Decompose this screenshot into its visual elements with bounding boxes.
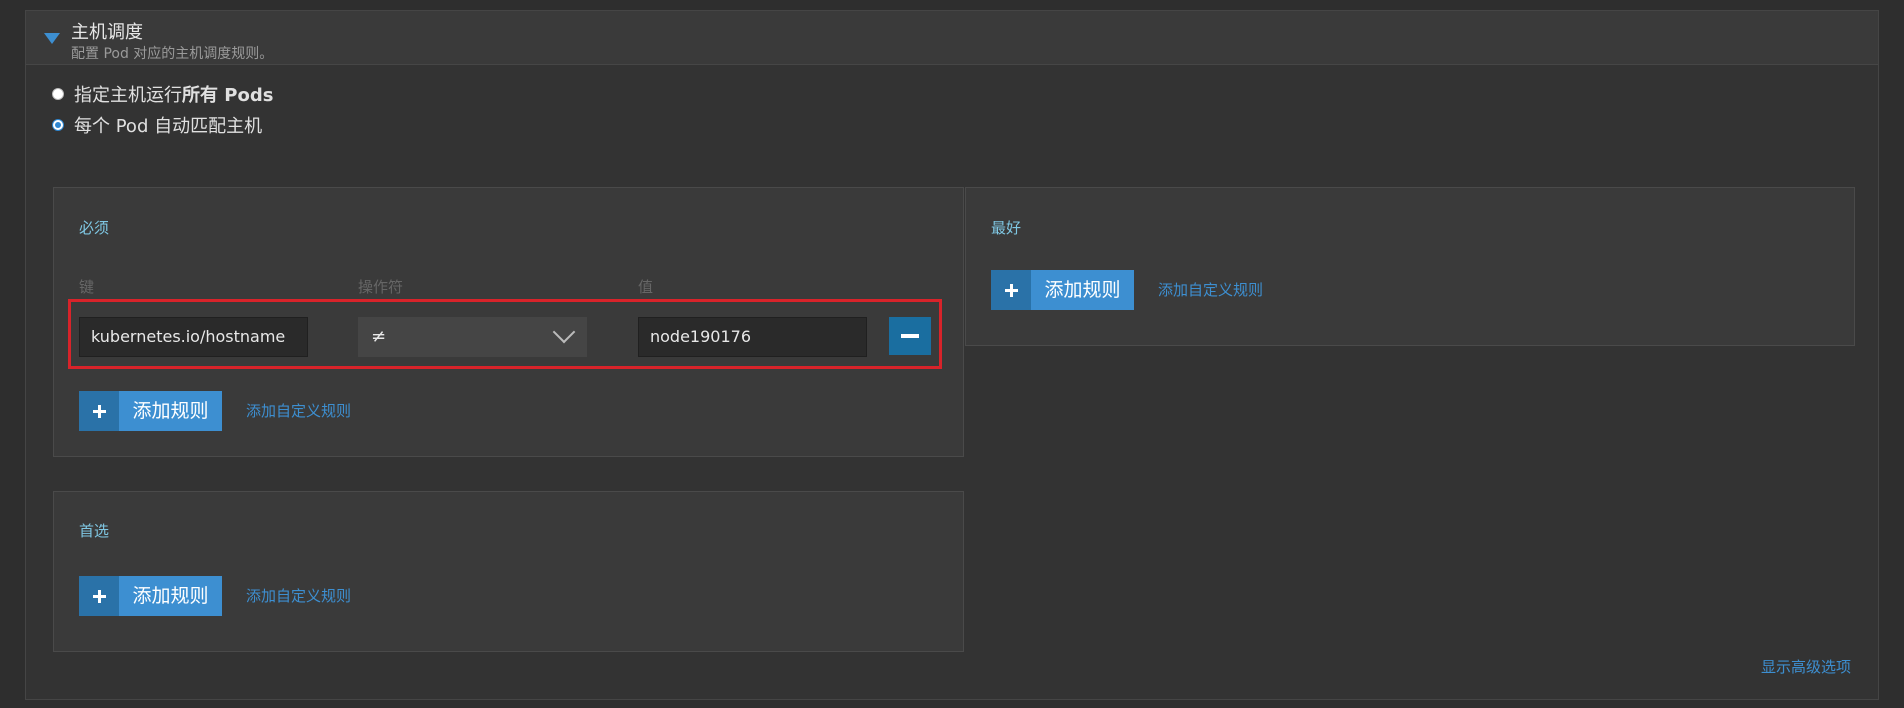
- preferred-rules-box: 首选 添加规则 添加自定义规则: [53, 491, 964, 652]
- preferred-add-rule-button[interactable]: 添加规则: [79, 576, 222, 616]
- best-add-custom-rule-link[interactable]: 添加自定义规则: [1158, 279, 1263, 300]
- rule-key-input[interactable]: kubernetes.io/hostname: [79, 317, 308, 357]
- collapse-caret-icon[interactable]: [44, 33, 60, 44]
- radio-label: 每个 Pod 自动匹配主机: [74, 116, 263, 137]
- minus-icon: [901, 334, 919, 338]
- plus-icon: [79, 391, 119, 431]
- plus-icon: [991, 270, 1031, 310]
- panel-title: 主机调度: [71, 22, 143, 43]
- show-advanced-options-link[interactable]: 显示高级选项: [1761, 656, 1851, 677]
- operator-selected-value: ≠: [371, 326, 387, 347]
- panel-header[interactable]: 主机调度 配置 Pod 对应的主机调度规则。: [26, 11, 1878, 65]
- rule-operator-select[interactable]: ≠: [358, 317, 587, 357]
- radio-option-auto-match[interactable]: 每个 Pod 自动匹配主机: [52, 112, 262, 138]
- best-add-rule-button[interactable]: 添加规则: [991, 270, 1134, 310]
- preferred-title: 首选: [79, 522, 110, 540]
- best-rules-box: 最好 添加规则 添加自定义规则: [965, 187, 1855, 346]
- best-title: 最好: [991, 219, 1022, 237]
- add-rule-label: 添加规则: [119, 576, 222, 616]
- required-add-rule-button[interactable]: 添加规则: [79, 391, 222, 431]
- radio-button-selected[interactable]: [52, 119, 64, 131]
- col-label-value: 值: [638, 278, 654, 296]
- add-rule-label: 添加规则: [1031, 270, 1134, 310]
- remove-rule-button[interactable]: [889, 317, 931, 355]
- preferred-add-custom-rule-link[interactable]: 添加自定义规则: [246, 585, 351, 606]
- plus-icon: [79, 576, 119, 616]
- radio-button[interactable]: [52, 88, 64, 100]
- required-add-custom-rule-link[interactable]: 添加自定义规则: [246, 400, 351, 421]
- radio-option-all-pods[interactable]: 指定主机运行 所有 Pods: [52, 81, 273, 107]
- col-label-operator: 操作符: [358, 278, 404, 296]
- chevron-down-icon: [552, 320, 576, 344]
- radio-label-bold: 所有 Pods: [182, 85, 274, 106]
- radio-label-prefix: 指定主机运行: [74, 85, 182, 106]
- add-rule-label: 添加规则: [119, 391, 222, 431]
- panel-subtitle: 配置 Pod 对应的主机调度规则。: [71, 46, 274, 62]
- required-title: 必须: [79, 219, 110, 237]
- required-rules-box: 必须 键 操作符 值 kubernetes.io/hostname ≠ node…: [53, 187, 964, 457]
- col-label-key: 键: [79, 278, 95, 296]
- rule-value-input[interactable]: node190176: [638, 317, 867, 357]
- host-scheduling-panel: 主机调度 配置 Pod 对应的主机调度规则。 指定主机运行 所有 Pods 每个 …: [25, 10, 1879, 700]
